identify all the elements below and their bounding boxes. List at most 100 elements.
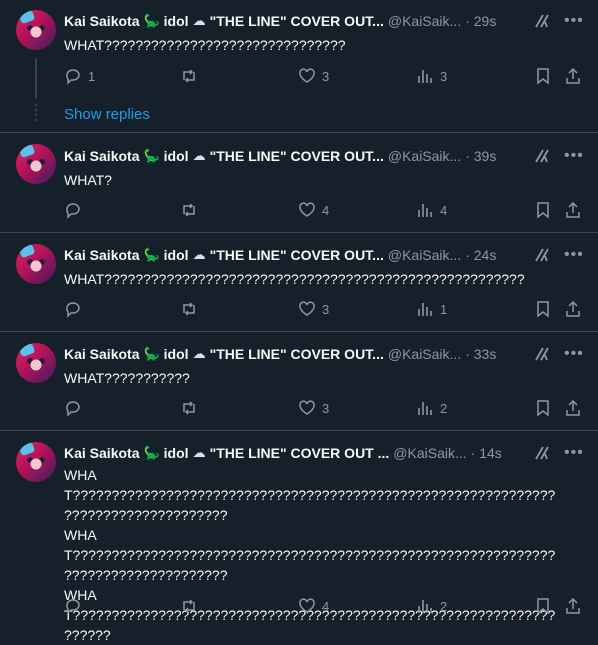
reply-button[interactable] xyxy=(64,399,88,417)
avatar[interactable] xyxy=(16,10,56,50)
views-icon xyxy=(418,600,432,613)
grok-icon[interactable] xyxy=(534,13,550,29)
dinosaur-emoji-icon: 🦕 xyxy=(143,445,160,460)
retweet-button[interactable] xyxy=(180,300,204,318)
tweet-text: WHAT??????????????????????????????? xyxy=(64,35,582,55)
grok-icon[interactable] xyxy=(534,247,550,263)
tweet-text: WHAT??????????? xyxy=(64,368,582,388)
grok-icon[interactable] xyxy=(534,346,550,362)
like-button[interactable]: 4 xyxy=(298,201,329,219)
share-button[interactable] xyxy=(564,67,582,85)
like-button[interactable]: 3 xyxy=(298,300,329,318)
author-handle[interactable]: @KaiSaik... xyxy=(388,247,461,263)
retweet-button[interactable] xyxy=(180,399,204,417)
avatar[interactable] xyxy=(16,144,56,184)
views-button[interactable]: 3 xyxy=(416,67,447,85)
retweet-icon xyxy=(183,599,195,613)
dinosaur-emoji-icon: 🦕 xyxy=(143,247,160,262)
reply-button[interactable] xyxy=(64,300,88,318)
avatar[interactable] xyxy=(16,343,56,383)
tweet[interactable]: Kai Saikota 🦕 idol ☁ "THE LINE" COVER OU… xyxy=(0,0,598,133)
views-icon xyxy=(418,204,432,217)
grok-icon[interactable] xyxy=(534,148,550,164)
views-icon xyxy=(418,402,432,415)
share-button[interactable] xyxy=(564,201,582,219)
more-icon[interactable]: ••• xyxy=(564,147,583,165)
views-button[interactable]: 1 xyxy=(416,300,447,318)
reply-icon xyxy=(66,203,80,219)
reply-button[interactable] xyxy=(64,597,88,615)
cloud-emoji-icon: ☁ xyxy=(192,148,206,163)
dinosaur-emoji-icon: 🦕 xyxy=(143,346,160,361)
more-icon[interactable]: ••• xyxy=(564,12,583,30)
tweet-time[interactable]: · 29s xyxy=(465,13,496,29)
author-title: "THE LINE" COVER OUT... xyxy=(209,148,384,164)
tweet[interactable]: Kai Saikota 🦕 idol ☁ "THE LINE" COVER OU… xyxy=(0,333,598,431)
author-handle[interactable]: @KaiSaik... xyxy=(393,445,466,461)
share-button[interactable] xyxy=(564,399,582,417)
tweet-actions: 4 2 xyxy=(64,597,582,617)
tweet[interactable]: Kai Saikota 🦕 idol ☁ "THE LINE" COVER OU… xyxy=(0,134,598,233)
retweet-icon xyxy=(183,302,195,316)
more-icon[interactable]: ••• xyxy=(564,246,583,264)
reply-button[interactable]: 1 xyxy=(64,67,95,85)
bookmark-button[interactable] xyxy=(534,300,552,318)
share-button[interactable] xyxy=(564,597,582,615)
author-name[interactable]: Kai Saikota xyxy=(64,13,139,29)
show-replies-link[interactable]: Show replies xyxy=(64,106,150,123)
tweet[interactable]: Kai Saikota 🦕 idol ☁ "THE LINE" COVER OU… xyxy=(0,234,598,332)
retweet-button[interactable] xyxy=(180,67,204,85)
share-button[interactable] xyxy=(564,300,582,318)
author-tag: idol xyxy=(163,148,189,164)
bookmark-button[interactable] xyxy=(534,67,552,85)
like-count: 3 xyxy=(322,400,330,416)
reply-icon xyxy=(66,302,80,318)
grok-icon[interactable] xyxy=(534,445,550,461)
tweet-time[interactable]: · 24s xyxy=(465,247,496,263)
cloud-emoji-icon: ☁ xyxy=(192,346,206,361)
retweet-icon xyxy=(183,203,195,217)
like-button[interactable]: 3 xyxy=(298,67,329,85)
tweet-time[interactable]: · 39s xyxy=(465,148,496,164)
more-icon[interactable]: ••• xyxy=(564,444,583,462)
tweet[interactable]: Kai Saikota 🦕 idol ☁ "THE LINE" COVER OU… xyxy=(0,432,598,643)
author-handle[interactable]: @KaiSaik... xyxy=(388,346,461,362)
views-button[interactable]: 2 xyxy=(416,399,447,417)
avatar[interactable] xyxy=(16,442,56,482)
author-name[interactable]: Kai Saikota xyxy=(64,148,139,164)
author-name[interactable]: Kai Saikota xyxy=(64,346,139,362)
bookmark-icon xyxy=(537,400,549,417)
author-name[interactable]: Kai Saikota xyxy=(64,445,139,461)
tweet-header: Kai Saikota 🦕 idol ☁ "THE LINE" COVER OU… xyxy=(64,146,583,166)
tweet-text: WHAT????????????????????????????????????… xyxy=(64,465,582,645)
author-name[interactable]: Kai Saikota xyxy=(64,247,139,263)
tweet-time[interactable]: · 33s xyxy=(465,346,496,362)
like-count: 4 xyxy=(322,202,330,218)
like-button[interactable]: 3 xyxy=(298,399,329,417)
share-icon xyxy=(566,300,580,317)
tweet-header: Kai Saikota 🦕 idol ☁ "THE LINE" COVER OU… xyxy=(64,443,583,463)
author-handle[interactable]: @KaiSaik... xyxy=(388,13,461,29)
bookmark-button[interactable] xyxy=(534,399,552,417)
reply-count: 1 xyxy=(88,68,96,84)
bookmark-button[interactable] xyxy=(534,201,552,219)
like-button[interactable]: 4 xyxy=(298,597,329,615)
views-count: 2 xyxy=(440,598,448,614)
avatar[interactable] xyxy=(16,244,56,284)
views-button[interactable]: 2 xyxy=(416,597,447,615)
tweet-text-line: WHAT? xyxy=(64,172,112,188)
retweet-button[interactable] xyxy=(180,201,204,219)
tweet-text: WHAT? xyxy=(64,170,582,190)
timeline: Kai Saikota 🦕 idol ☁ "THE LINE" COVER OU… xyxy=(0,0,598,643)
author-handle[interactable]: @KaiSaik... xyxy=(388,148,461,164)
tweet-text-line: WHAT????????????????????????????????????… xyxy=(64,467,556,503)
more-icon[interactable]: ••• xyxy=(564,345,583,363)
retweet-button[interactable] xyxy=(180,597,204,615)
tweet-actions: 4 4 xyxy=(64,201,582,221)
tweet-text-line: ????????????????????? xyxy=(64,567,228,583)
views-button[interactable]: 4 xyxy=(416,201,447,219)
reply-button[interactable] xyxy=(64,201,88,219)
tweet-time[interactable]: · 14s xyxy=(471,445,502,461)
bookmark-button[interactable] xyxy=(534,597,552,615)
tweet-text-line: ?????? xyxy=(64,627,111,643)
